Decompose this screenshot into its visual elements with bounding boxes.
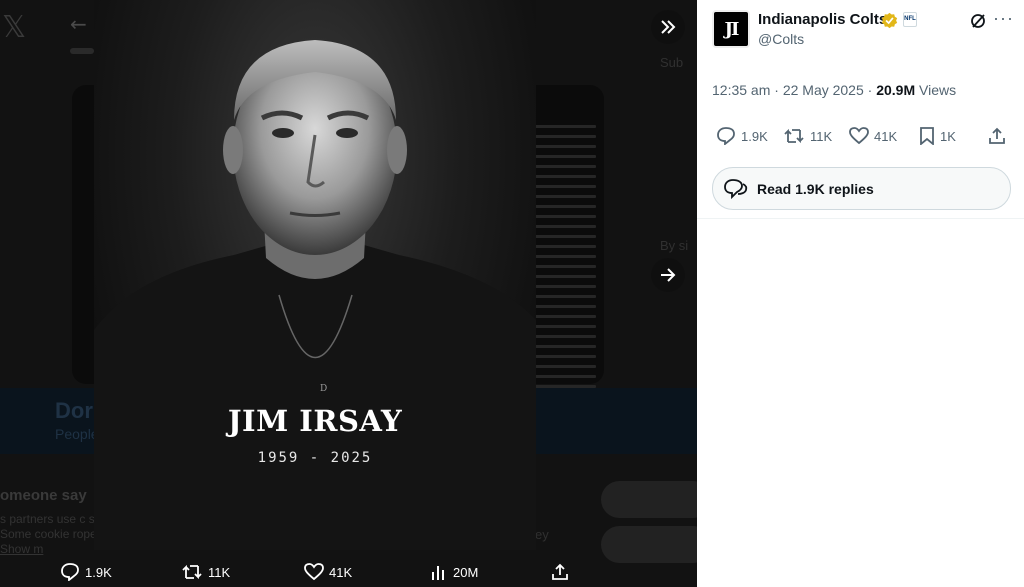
avatar[interactable]: JI [712, 10, 750, 48]
background-text-a: Sub [660, 55, 684, 70]
views-chart-icon [432, 566, 444, 580]
bookmark-icon [920, 127, 934, 145]
grok-icon[interactable] [969, 12, 987, 30]
heart-icon [849, 127, 869, 145]
tweet-views-count: 20.9M [876, 82, 916, 98]
panel-reply-count: 1.9K [741, 128, 768, 144]
panel-like-button[interactable]: 41K [849, 127, 897, 145]
account-handle[interactable]: @Colts [758, 31, 804, 47]
cookie-notice-link: Show m [0, 542, 44, 556]
panel-repost-button[interactable]: 11K [783, 127, 832, 145]
affiliate-badge[interactable]: NFL [903, 12, 917, 27]
next-image-button[interactable] [651, 258, 685, 292]
tweet-engagement-bar: 1.9K 11K 41K 1K [712, 125, 1012, 149]
background-pill-button [601, 481, 697, 518]
reply-icon [61, 563, 79, 581]
panel-bookmark-button[interactable]: 1K [919, 127, 956, 145]
divider [697, 218, 1024, 219]
arrow-right-icon [661, 268, 676, 282]
background-text-b: By si [660, 238, 689, 253]
panel-reply-button[interactable]: 1.9K [716, 127, 768, 145]
background-pill-button [601, 526, 697, 563]
tweet-media-image[interactable]: JIM IRSAY 1959 - 2025 D [94, 0, 536, 550]
tweet-detail-panel: JI Indianapolis Colts NFL @Colts ··· 12:… [697, 0, 1024, 587]
reply-icon [717, 127, 735, 145]
background-banner-subtitle: People [55, 426, 99, 442]
repost-icon [182, 564, 202, 580]
more-options-icon[interactable]: ··· [993, 8, 1014, 29]
like-button[interactable]: 41K [304, 563, 352, 581]
reply-count: 1.9K [85, 564, 112, 580]
avatar-monogram: JI [724, 18, 740, 40]
panel-share-button[interactable] [988, 127, 1011, 145]
reply-button[interactable]: 1.9K [60, 563, 112, 581]
panel-repost-count: 11K [810, 128, 833, 144]
heart-icon [304, 563, 324, 581]
double-chevron-right-icon [661, 20, 676, 34]
back-arrow-icon: ← [70, 12, 87, 36]
views-count: 20M [453, 564, 479, 580]
memorial-name: JIM IRSAY [227, 404, 403, 438]
views-button[interactable]: 20M [430, 563, 478, 581]
share-button[interactable] [551, 563, 574, 581]
speech-bubbles-icon [724, 178, 748, 199]
memorial-years: 1959 - 2025 [257, 450, 373, 466]
background-banner-title: Dor [55, 398, 93, 423]
like-count: 41K [329, 564, 353, 580]
repost-count: 11K [208, 564, 231, 580]
share-icon [552, 563, 568, 580]
verified-badge-icon [881, 12, 898, 29]
tweet-timestamp[interactable]: 12:35 am · 22 May 2025 · [712, 82, 876, 98]
repost-icon [784, 128, 804, 144]
read-replies-label: Read 1.9K replies [757, 180, 874, 197]
account-name[interactable]: Indianapolis Colts [758, 11, 887, 28]
panel-bookmark-count: 1K [940, 128, 956, 144]
repost-button[interactable]: 11K [181, 563, 230, 581]
panel-like-count: 41K [874, 128, 898, 144]
read-replies-button[interactable]: Read 1.9K replies [712, 167, 1011, 210]
share-icon [989, 127, 1005, 144]
background-text-c: ey [535, 527, 549, 542]
x-logo-icon: 𝕏 [2, 10, 27, 45]
portrait-illustration [94, 40, 536, 550]
tweet-meta: 12:35 am · 22 May 2025 · 20.9M Views [712, 82, 956, 98]
media-action-bar: 1.9K 11K 41K 20M [0, 559, 697, 587]
tab-indicator [70, 48, 94, 54]
collapse-panel-button[interactable] [651, 10, 685, 44]
cookie-notice-title: omeone say [0, 487, 87, 504]
tweet-views-label: Views [915, 82, 957, 98]
pendant-letter: D [320, 384, 328, 394]
